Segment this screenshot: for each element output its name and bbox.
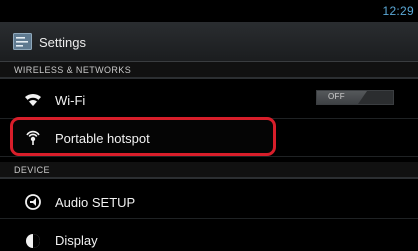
wifi-toggle-state: OFF — [328, 92, 345, 101]
section-header-device: DEVICE — [0, 162, 418, 179]
list-item-wifi[interactable]: Wi-Fi OFF — [0, 81, 418, 119]
settings-icon[interactable] — [13, 33, 32, 50]
display-label: Display — [55, 233, 98, 248]
section-label-wireless: WIRELESS & NETWORKS — [14, 65, 132, 75]
android-settings-screen: 12:29 Settings WIRELESS & NETWORKS Wi-Fi… — [0, 0, 418, 251]
section-label-device: DEVICE — [14, 165, 50, 175]
page-title: Settings — [39, 35, 86, 50]
display-icon — [26, 234, 40, 248]
status-time: 12:29 — [382, 4, 414, 18]
wifi-icon — [25, 93, 41, 106]
highlight-frame — [10, 117, 276, 156]
list-item-audio-setup[interactable]: Audio SETUP — [0, 181, 418, 219]
audio-icon — [25, 194, 41, 210]
status-bar: 12:29 — [0, 0, 418, 22]
section-header-wireless: WIRELESS & NETWORKS — [0, 62, 418, 79]
list-item-display[interactable]: Display — [0, 221, 418, 251]
wifi-label: Wi-Fi — [55, 93, 86, 108]
audio-setup-label: Audio SETUP — [55, 195, 136, 210]
wifi-toggle[interactable]: OFF — [316, 90, 394, 105]
action-bar: Settings — [0, 22, 418, 62]
